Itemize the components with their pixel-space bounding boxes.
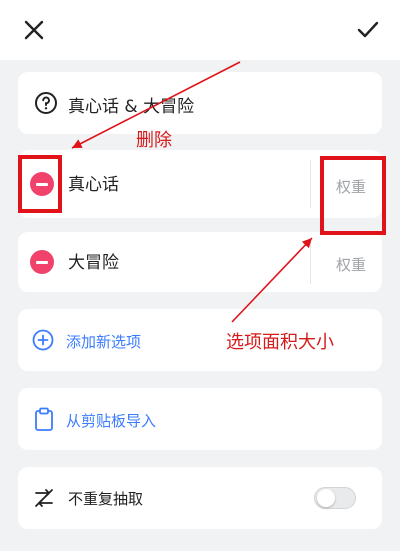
- question-circle-icon: [34, 91, 58, 115]
- add-option-label: 添加新选项: [66, 333, 142, 351]
- title-card[interactable]: 真心话 & 大冒险: [18, 72, 382, 134]
- import-clipboard-button[interactable]: 从剪贴板导入: [18, 388, 382, 450]
- no-repeat-toggle[interactable]: [314, 487, 356, 509]
- no-repeat-row: 不重复抽取: [18, 467, 382, 529]
- import-clipboard-label: 从剪贴板导入: [66, 412, 157, 430]
- clipboard-icon: [34, 407, 54, 431]
- page-title: 真心话 & 大冒险: [68, 97, 195, 117]
- delete-annotation-box: [18, 155, 62, 213]
- option-label: 真心话: [68, 175, 119, 195]
- weight-annotation-box: [320, 156, 386, 235]
- divider: [310, 160, 311, 208]
- option-row[interactable]: 大冒险 权重: [18, 232, 382, 292]
- no-repeat-label: 不重复抽取: [68, 490, 144, 508]
- weight-field[interactable]: 权重: [336, 254, 366, 275]
- close-icon[interactable]: [20, 16, 48, 44]
- top-bar: [0, 0, 400, 60]
- plus-circle-icon: [32, 329, 54, 351]
- area-annotation-text: 选项面积大小: [226, 332, 334, 353]
- shuffle-icon: [32, 486, 56, 510]
- toggle-knob[interactable]: [317, 489, 335, 507]
- check-icon[interactable]: [354, 16, 382, 44]
- minus-circle-icon[interactable]: [30, 250, 54, 274]
- divider: [310, 240, 311, 284]
- option-label: 大冒险: [68, 253, 119, 273]
- delete-annotation-text: 删除: [136, 130, 172, 151]
